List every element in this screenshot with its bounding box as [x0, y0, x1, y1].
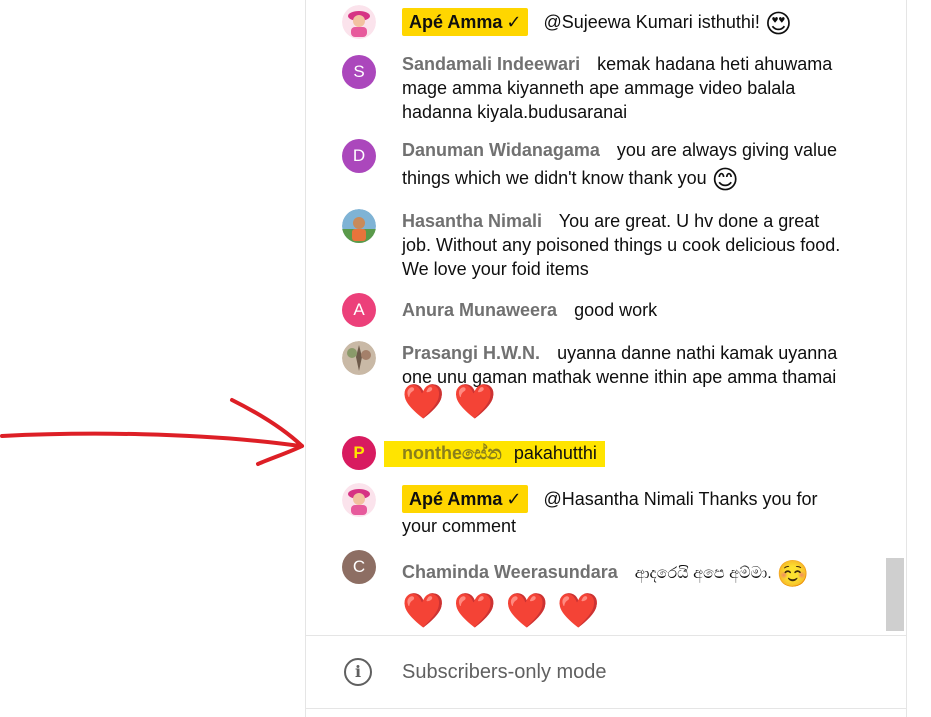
owner-badge[interactable]: Apé Amma ✓ [402, 8, 529, 36]
message-text: pakahutthi [513, 443, 597, 463]
subscribers-only-label: Subscribers-only mode [402, 661, 607, 683]
chat-message: D Danuman Widanagama you are always givi… [342, 139, 852, 192]
chat-message: Apé Amma ✓ @Hasantha Nimali Thanks you fo… [342, 483, 852, 540]
avatar[interactable]: C [342, 550, 376, 584]
message-text: @Sujeewa Kumari isthuthi! [543, 12, 760, 32]
verified-check-icon: ✓ [506, 489, 522, 509]
smiling-emoji: ☺️ [776, 558, 810, 589]
chat-message: C Chaminda Weerasundara ආදරෙයි අපෙ අම්මා… [342, 550, 852, 628]
avatar[interactable] [342, 483, 376, 517]
highlighted-message: nontheසේන pakahutthi [384, 441, 605, 467]
info-icon: i [344, 658, 372, 686]
message-text: ආදරෙයි අපෙ අම්මා. [634, 565, 772, 582]
chat-message: Prasangi H.W.N. uyanna danne nathi kamak… [342, 341, 852, 419]
chat-message-highlighted: P nontheසේන pakahutthi [342, 436, 852, 470]
smile-emoji: 😊 [711, 164, 739, 195]
author-name[interactable]: Prasangi H.W.N. [402, 343, 540, 363]
chat-message: Apé Amma ✓ @Sujeewa Kumari isthuthi! 😍 [342, 5, 852, 39]
verified-check-icon: ✓ [506, 12, 522, 32]
avatar[interactable]: S [342, 55, 376, 89]
avatar[interactable] [342, 5, 376, 39]
author-name[interactable]: Hasantha Nimali [402, 211, 542, 231]
author-name[interactable]: Danuman Widanagama [402, 140, 600, 160]
author-name[interactable]: Sandamali Indeewari [402, 54, 580, 74]
chat-message: Hasantha Nimali You are great. U hv done… [342, 209, 852, 281]
avatar[interactable]: D [342, 139, 376, 173]
avatar[interactable] [342, 341, 376, 375]
scrollbar-thumb[interactable] [886, 558, 904, 631]
author-name[interactable]: Chaminda Weerasundara [402, 562, 618, 582]
author-name[interactable]: Anura Munaweera [402, 300, 557, 320]
red-arrow-annotation [0, 398, 304, 466]
subscribers-only-banner: i Subscribers-only mode [306, 635, 906, 709]
author-name[interactable]: nontheසේන [402, 443, 502, 463]
message-text: good work [574, 300, 658, 320]
avatar[interactable]: A [342, 293, 376, 327]
avatar[interactable] [342, 209, 376, 243]
hearts-emoji: ❤️ ❤️ ❤️ ❤️ [402, 592, 600, 631]
heart-eyes-emoji: 😍 [764, 8, 792, 39]
avatar[interactable]: P [342, 436, 376, 470]
chat-message: S Sandamali Indeewari kemak hadana heti … [342, 54, 852, 124]
hearts-emoji: ❤️ ❤️ [402, 383, 497, 422]
owner-badge[interactable]: Apé Amma ✓ [402, 485, 529, 513]
chat-message: A Anura Munaweera good work [342, 293, 852, 327]
